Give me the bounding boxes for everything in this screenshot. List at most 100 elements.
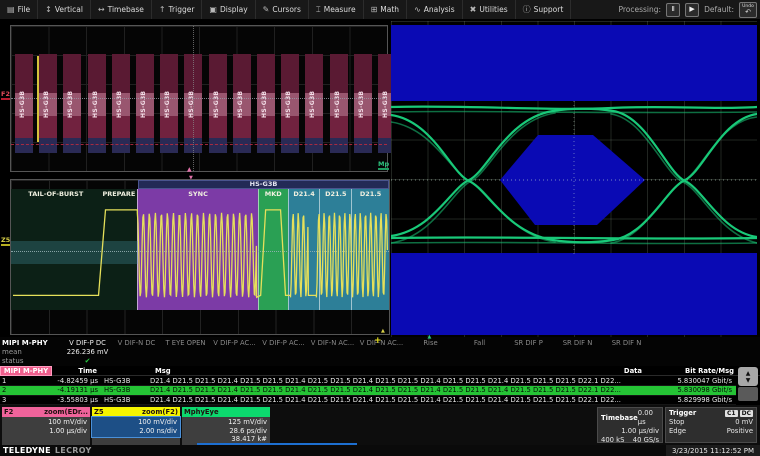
column-header-bitrate[interactable]: Bit Rate/Msg <box>642 367 734 375</box>
trigger-type: Edge <box>669 427 686 436</box>
table-row[interactable]: 2-4.19131 µsHS-G3BD21.4 D21.5 D21.5 D21.… <box>0 386 736 395</box>
undo-button[interactable]: Undo ↶ <box>739 2 757 18</box>
burst-block: HS-G3B <box>354 54 372 153</box>
menu-item-display[interactable]: ▣Display <box>202 0 255 19</box>
measure-col-rise[interactable]: ▲Rise <box>406 337 455 366</box>
file-icon: ▤ <box>7 5 15 14</box>
menu-item-label: Analysis <box>424 5 455 14</box>
zoom-position-highlight <box>37 56 39 142</box>
measure-col-v-dif-p-ac-[interactable]: V DIF-P AC... <box>259 337 308 366</box>
descriptor-header: F2zoom(EDr... <box>2 407 90 417</box>
menu-item-timebase[interactable]: ↔Timebase <box>91 0 152 19</box>
scroll-down-icon[interactable]: ▼ <box>746 377 751 384</box>
zoom-trace-plot <box>11 180 389 335</box>
measure-col-label: SR DIF P <box>504 339 553 348</box>
burst-overview-panel[interactable]: HS-G3BHS-G3BHS-G3BHS-G3BHS-G3BHS-G3BHS-G… <box>10 25 388 172</box>
timebase-scale: 1.00 µs/div <box>621 427 659 436</box>
measure-col-sr-dif-n[interactable]: SR DIF N <box>553 337 602 366</box>
burst-mid-layer <box>257 116 275 138</box>
trigger-box[interactable]: Trigger C1DC Stop 0 mV Edge Positive <box>665 407 757 443</box>
measure-col-v-dif-p-ac-[interactable]: V DIF-P AC... <box>210 337 259 366</box>
descriptor-value: 125 mV/div <box>185 418 267 427</box>
measure-col-mean <box>210 348 259 357</box>
datetime: 3/23/2015 11:12:52 PM <box>666 445 760 456</box>
burst-block: HS-G3B <box>281 54 299 153</box>
column-header-time[interactable]: Time <box>52 367 97 375</box>
eye-diagram-panel[interactable] <box>391 21 757 337</box>
z5-trace-label[interactable]: Z5 <box>1 237 10 246</box>
menu-item-trigger[interactable]: ↑Trigger <box>152 0 203 19</box>
trigger-badge-dc[interactable]: DC <box>740 410 753 417</box>
measure-col-sr-dif-n[interactable]: SR DIF N <box>602 337 651 366</box>
scroll-up-icon[interactable]: ▲ <box>746 370 751 377</box>
undo-arrow-icon: ↶ <box>745 9 751 16</box>
burst-mid-layer <box>15 116 33 138</box>
descriptor-z5[interactable]: Z5zoom(F2)100 mV/div2.00 ns/div <box>92 407 180 446</box>
pause-button[interactable]: Ⅱ <box>666 3 680 17</box>
table-row[interactable]: 1-4.82459 µsHS-G3BD21.4 D21.5 D21.5 D21.… <box>0 377 736 386</box>
trigger-icon: ↑ <box>159 5 166 14</box>
measure-col-mean <box>553 348 602 357</box>
burst-label: HS-G3B <box>334 56 341 118</box>
trigger-badge-c1[interactable]: C1 <box>725 410 738 417</box>
descriptor-value: 28.6 ps/div <box>185 427 267 436</box>
measure-col-v-dif-n-dc[interactable]: V DIF-N DC <box>112 337 161 366</box>
measure-col-label: V DIF-P AC... <box>210 339 259 348</box>
menu-item-math[interactable]: ⊞Math <box>364 0 407 19</box>
measure-col-v-dif-p-dc[interactable]: V DIF-P DC226.236 mV✔ <box>63 337 112 366</box>
play-button[interactable]: ▶ <box>685 3 699 17</box>
bottom-strip: F2zoom(EDr...100 mV/div1.00 µs/divZ5zoom… <box>0 405 760 445</box>
row-index: 3 <box>0 396 14 404</box>
row-index: 2 <box>0 386 14 394</box>
menu-item-analysis[interactable]: ∿Analysis <box>407 0 463 19</box>
table-row[interactable]: 3-3.55803 µsHS-G3BD21.4 D21.5 D21.5 D21.… <box>0 396 736 405</box>
timebase-title: Timebase <box>601 414 638 423</box>
menu-item-vertical[interactable]: ↕Vertical <box>38 0 91 19</box>
f2-trace-label[interactable]: F2 <box>1 91 10 100</box>
burst-block: HS-G3B <box>88 54 106 153</box>
menu-item-support[interactable]: ⓘSupport <box>516 0 572 19</box>
menu-item-utilities[interactable]: ✖Utilities <box>463 0 516 19</box>
zoom-decode-panel[interactable]: TAIL-OF-BURSTPREPARESYNCMKDD21.4D21.5D21… <box>10 179 390 335</box>
row-msg: D21.4 D21.5 D21.5 D21.4 D21.5 D21.5 D21.… <box>150 386 640 394</box>
burst-bottom-layer <box>257 138 275 153</box>
measure-col-label: V DIF-P AC... <box>259 339 308 348</box>
measure-col-label: Rise <box>406 339 455 348</box>
measure-col-fall[interactable]: Fall <box>455 337 504 366</box>
row-bitrate: 5.829998 Gbit/s <box>640 396 736 404</box>
measure-col-t-eye-open[interactable]: T EYE OPEN <box>161 337 210 366</box>
measure-col-status <box>210 357 259 366</box>
menu-item-measure[interactable]: ⌶Measure <box>309 0 364 19</box>
trigger-level-dotted-line <box>11 98 387 99</box>
measure-col-status <box>308 357 357 366</box>
protocol-badge[interactable]: MIPI M-PHY <box>0 366 52 376</box>
scroll-track[interactable] <box>738 387 758 401</box>
measure-col-label: SR DIF N <box>602 339 651 348</box>
measure-table-label: MIPI M-PHY <box>2 339 63 348</box>
mphyeye-trace-label[interactable]: Mp <box>378 161 389 170</box>
menu-item-file[interactable]: ▤File <box>0 0 38 19</box>
burst-mid-layer <box>39 116 57 138</box>
row-time: -4.19131 µs <box>14 386 98 394</box>
measure-col-sr-dif-p[interactable]: SR DIF P <box>504 337 553 366</box>
measure-col-mean <box>357 348 406 357</box>
menu-item-cursors[interactable]: ✎Cursors <box>256 0 309 19</box>
descriptor-mphyeye[interactable]: MphyEye125 mV/div28.6 ps/div38.417 k# <box>182 407 270 446</box>
descriptor-f2[interactable]: F2zoom(EDr...100 mV/div1.00 µs/div <box>2 407 90 446</box>
menu-item-label: Display <box>220 5 248 14</box>
chart-icon: ∿ <box>414 5 421 14</box>
burst-bottom-layer <box>305 138 323 153</box>
timebase-samples: 400 kS <box>601 436 624 445</box>
table-scrollbar[interactable]: ▲ ▼ <box>738 367 758 404</box>
column-header-msg[interactable]: Msg <box>155 367 171 375</box>
measure-col-v-dif-n-ac-[interactable]: V DIF-N AC... <box>308 337 357 366</box>
menu: ▤File↕Vertical↔Timebase↑Trigger▣Display✎… <box>0 0 571 19</box>
burst-label: HS-G3B <box>309 56 316 118</box>
add-measurement-button[interactable]: + <box>374 337 382 345</box>
column-header-data[interactable]: Data <box>602 367 642 375</box>
burst-bottom-layer <box>330 138 348 153</box>
timebase-box[interactable]: Timebase 0.00 µs 1.00 µs/div 400 kS 40 G… <box>597 407 663 443</box>
descriptor-id: MphyEye <box>184 408 219 416</box>
zoom-level-marker: ▲ <box>381 328 385 334</box>
burst-label: HS-G3B <box>116 56 123 118</box>
